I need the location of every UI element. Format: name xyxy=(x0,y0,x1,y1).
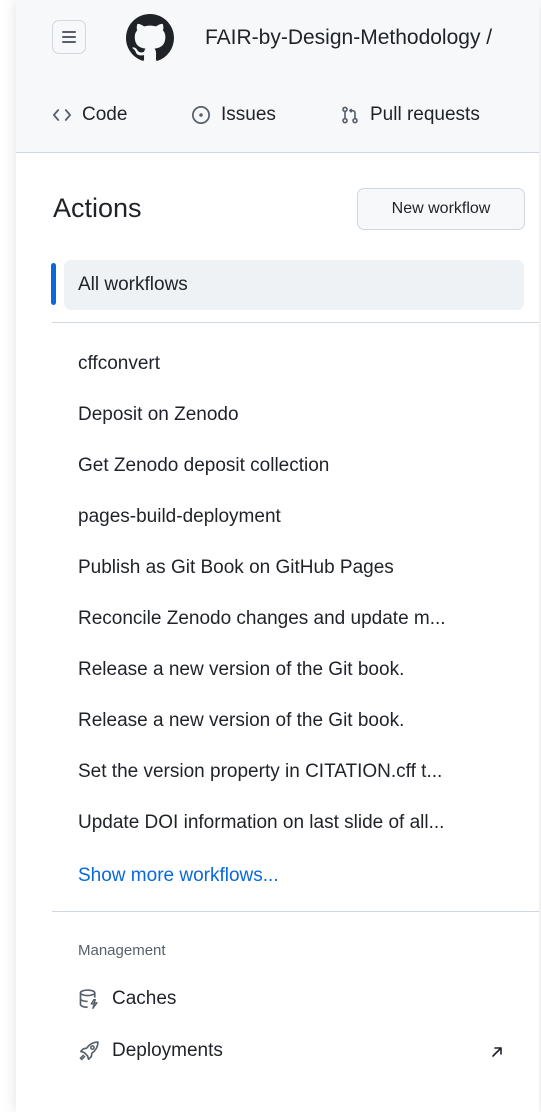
hamburger-icon xyxy=(62,31,76,33)
hamburger-icon-line xyxy=(62,36,76,38)
repo-header: FAIR-by-Design-Methodology / Code Issues xyxy=(16,0,539,153)
divider xyxy=(52,911,539,912)
sidebar-item-caches[interactable]: Caches xyxy=(78,988,176,1010)
issue-opened-icon xyxy=(192,106,210,124)
workflow-item[interactable]: Publish as Git Book on GitHub Pages xyxy=(78,557,394,579)
workflow-item[interactable]: cffconvert xyxy=(78,353,160,375)
divider xyxy=(52,322,539,323)
hamburger-menu-button[interactable] xyxy=(52,20,86,54)
tab-code[interactable]: Code xyxy=(52,100,127,130)
all-workflows-label: All workflows xyxy=(78,274,188,295)
database-icon xyxy=(79,989,98,1010)
management-heading: Management xyxy=(78,942,166,959)
sidebar-item-deployments[interactable]: Deployments xyxy=(78,1040,223,1062)
workflow-item[interactable]: Release a new version of the Git book. xyxy=(78,710,404,732)
sidebar-item-caches-label: Caches xyxy=(112,988,177,1009)
workflow-item[interactable]: pages-build-deployment xyxy=(78,506,281,528)
repo-title[interactable]: FAIR-by-Design-Methodology / xyxy=(205,26,492,50)
hamburger-icon-line xyxy=(62,41,76,43)
workflow-item[interactable]: Release a new version of the Git book. xyxy=(78,659,404,681)
github-logo-icon[interactable] xyxy=(126,14,174,62)
git-pull-request-icon xyxy=(342,106,358,124)
show-more-workflows-link[interactable]: Show more workflows... xyxy=(78,865,279,887)
workflow-item[interactable]: Reconcile Zenodo changes and update m... xyxy=(78,608,446,630)
page-title: Actions xyxy=(53,193,142,223)
tab-code-label: Code xyxy=(82,104,128,125)
tab-issues-label: Issues xyxy=(221,104,276,125)
code-icon xyxy=(53,109,71,121)
new-workflow-button[interactable]: New workflow xyxy=(357,188,525,230)
sidebar-item-deployments-label: Deployments xyxy=(112,1040,223,1061)
workflow-item[interactable]: Get Zenodo deposit collection xyxy=(78,455,329,477)
workflow-item[interactable]: Deposit on Zenodo xyxy=(78,404,239,426)
workflow-item[interactable]: Set the version property in CITATION.cff… xyxy=(78,761,442,783)
tab-issues[interactable]: Issues xyxy=(191,100,276,130)
workflow-item[interactable]: Update DOI information on last slide of … xyxy=(78,812,444,834)
tab-pull-requests[interactable]: Pull requests xyxy=(340,100,480,130)
selected-indicator xyxy=(51,263,56,305)
page-frame: FAIR-by-Design-Methodology / Code Issues xyxy=(16,0,539,1112)
tab-pull-requests-label: Pull requests xyxy=(370,104,480,125)
external-link-arrow-icon xyxy=(492,1047,502,1057)
rocket-icon xyxy=(79,1041,99,1061)
all-workflows-item[interactable]: All workflows xyxy=(64,260,524,310)
